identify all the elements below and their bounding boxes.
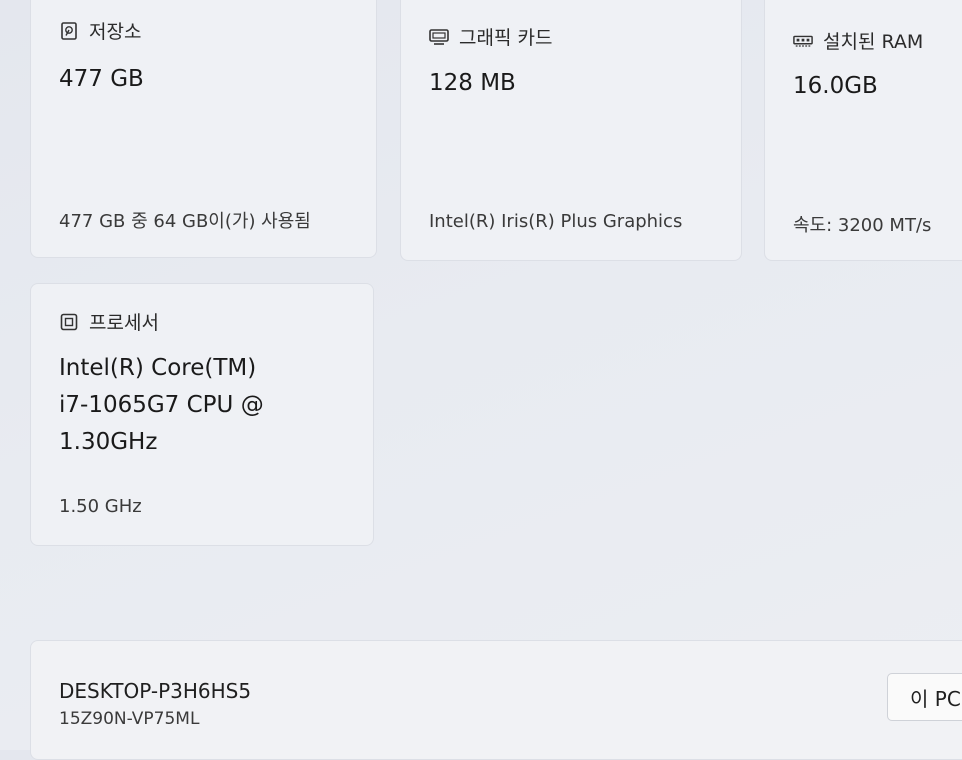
- storage-drive-icon: [59, 21, 79, 41]
- ram-value: 16.0GB: [793, 73, 878, 99]
- storage-detail: 477 GB 중 64 GB이(가) 사용됨: [59, 211, 311, 232]
- processor-value-line-3: 1.30GHz: [59, 429, 158, 455]
- storage-card: 저장소 477 GB 477 GB 중 64 GB이(가) 사용됨: [30, 0, 377, 258]
- processor-card-header: 프로세서: [59, 308, 159, 335]
- processor-value-line-2: i7-1065G7 CPU @: [59, 392, 264, 418]
- rename-pc-button[interactable]: 이 PC: [887, 673, 962, 721]
- ram-detail: 속도: 3200 MT/s: [793, 215, 932, 236]
- processor-card: 프로세서 Intel(R) Core(TM) i7-1065G7 CPU @ 1…: [30, 283, 374, 546]
- processor-detail: 1.50 GHz: [59, 496, 142, 517]
- processor-title: 프로세서: [89, 312, 159, 334]
- ram-title: 설치된 RAM: [823, 31, 924, 53]
- ram-card-header: 설치된 RAM: [793, 27, 923, 54]
- memory-module-icon: [793, 31, 813, 51]
- processor-value-line-1: Intel(R) Core(TM): [59, 355, 257, 381]
- graphics-card-header: 그래픽 카드: [429, 23, 552, 50]
- ram-card: 설치된 RAM 16.0GB 속도: 3200 MT/s: [764, 0, 962, 261]
- storage-value: 477 GB: [59, 66, 144, 92]
- device-model: 15Z90N-VP75ML: [59, 709, 200, 729]
- storage-card-header: 저장소: [59, 17, 141, 44]
- cpu-chip-icon: [59, 312, 79, 332]
- device-name: DESKTOP-P3H6HS5: [59, 679, 252, 703]
- graphics-title: 그래픽 카드: [459, 27, 553, 49]
- graphics-card: 그래픽 카드 128 MB Intel(R) Iris(R) Plus Grap…: [400, 0, 742, 261]
- device-name-panel: DESKTOP-P3H6HS5 15Z90N-VP75ML 이 PC: [30, 640, 962, 760]
- graphics-detail: Intel(R) Iris(R) Plus Graphics: [429, 211, 683, 232]
- storage-title: 저장소: [89, 21, 142, 43]
- graphics-value: 128 MB: [429, 70, 516, 96]
- processor-value: Intel(R) Core(TM) i7-1065G7 CPU @ 1.30GH…: [59, 350, 264, 461]
- display-adapter-icon: [429, 27, 449, 47]
